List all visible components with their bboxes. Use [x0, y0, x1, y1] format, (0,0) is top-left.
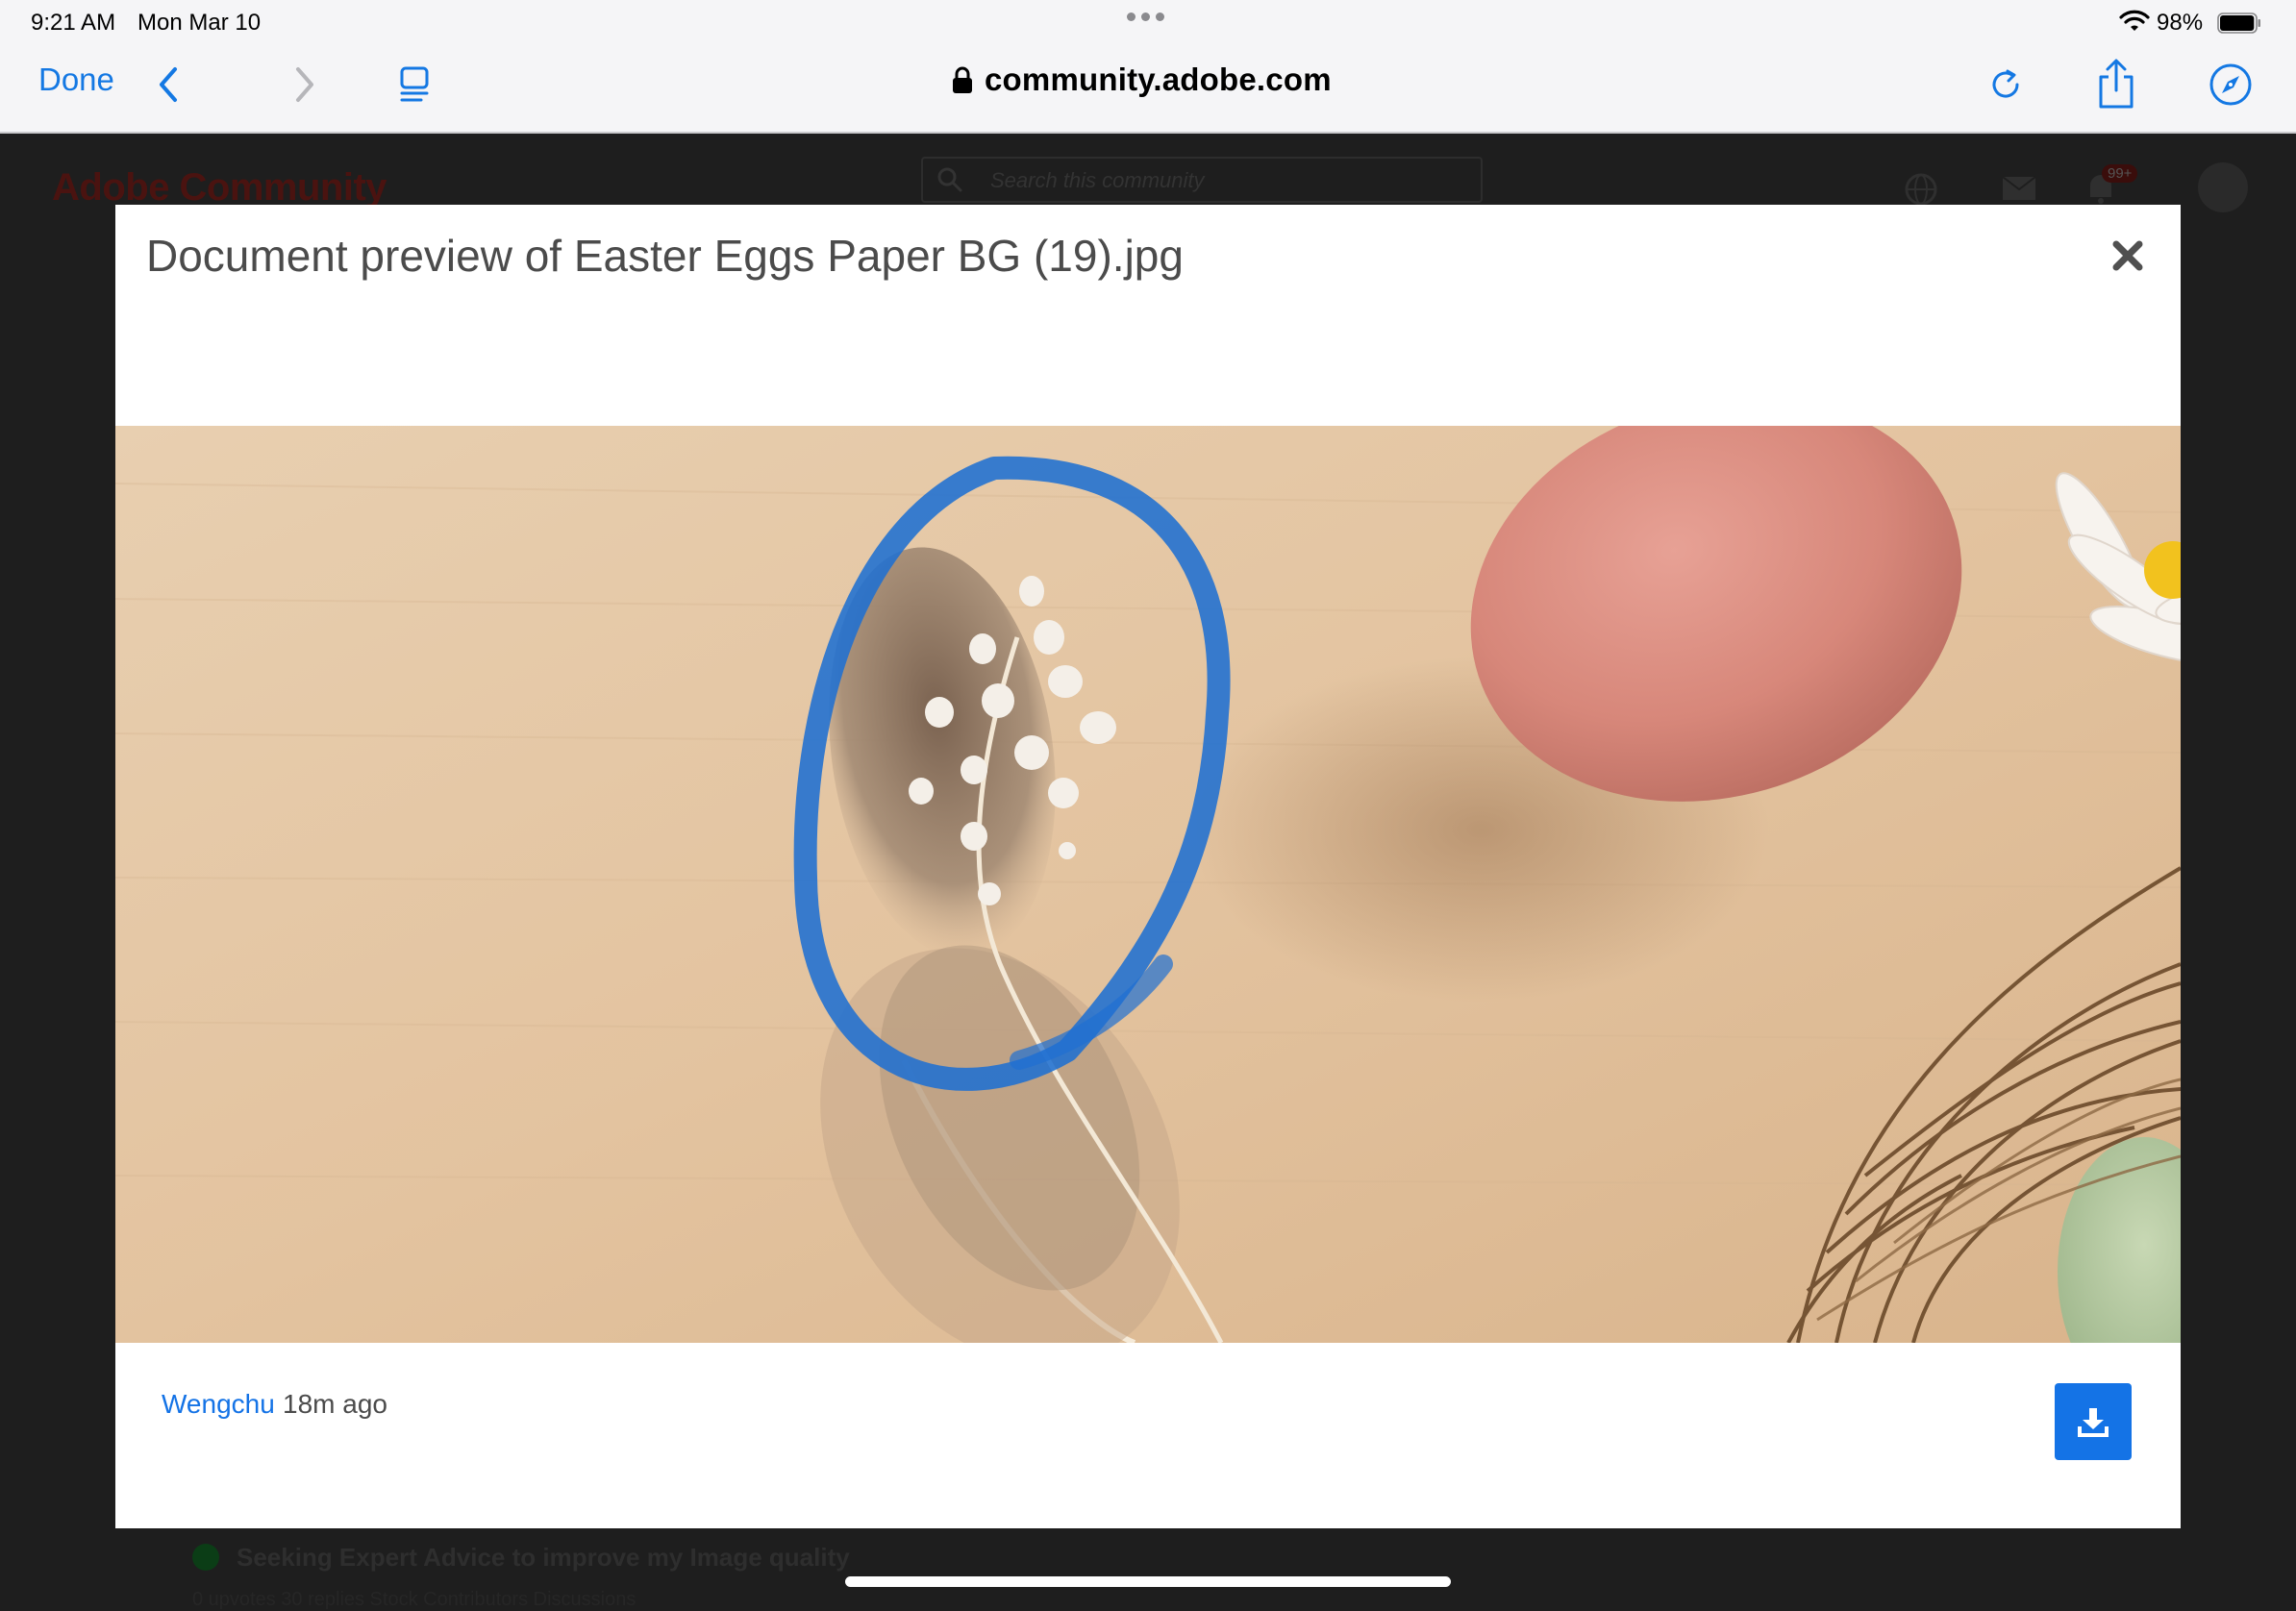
reader-icon[interactable] — [396, 63, 435, 106]
download-button[interactable] — [2055, 1383, 2132, 1460]
wifi-icon — [2119, 10, 2150, 31]
globe-icon — [1905, 173, 1937, 206]
multitasking-dots-icon[interactable] — [1127, 12, 1164, 21]
avatar — [2198, 162, 2248, 212]
battery-icon — [2217, 12, 2260, 34]
post-meta: 0 upvotes 30 replies Stock Contributors … — [192, 1589, 636, 1610]
solved-check-icon — [192, 1544, 219, 1571]
back-icon[interactable] — [154, 63, 183, 106]
author-link[interactable]: Wengchu — [162, 1389, 275, 1420]
close-icon[interactable] — [2111, 239, 2144, 272]
status-time: 9:21 AM — [31, 10, 116, 36]
address-bar[interactable]: community.adobe.com — [952, 62, 1332, 98]
mail-icon — [2002, 176, 2036, 200]
share-icon[interactable] — [2094, 58, 2138, 110]
adobe-community-logo: Adobe Community — [52, 166, 387, 209]
post-title: Seeking Expert Advice to improve my Imag… — [237, 1543, 850, 1572]
easter-photo — [115, 426, 2181, 1343]
status-bar: 9:21 AM Mon Mar 10 98% — [0, 0, 2296, 44]
battery-percent: 98% — [2157, 10, 2204, 36]
post-time: 18m ago — [283, 1389, 387, 1419]
document-preview-modal: Document preview of Easter Eggs Paper BG… — [115, 205, 2181, 1528]
preview-image — [115, 426, 2181, 1343]
notification-badge: 99+ — [2102, 164, 2138, 183]
status-date: Mon Mar 10 — [137, 10, 262, 36]
community-search-input: Search this community — [921, 157, 1483, 203]
done-button[interactable]: Done — [38, 62, 114, 98]
lock-icon — [953, 66, 972, 93]
browser-toolbar: Done community.adobe.com — [0, 44, 2296, 134]
modal-title: Document preview of Easter Eggs Paper BG… — [146, 231, 1184, 281]
reload-icon[interactable] — [1984, 63, 2027, 106]
forward-icon[interactable] — [290, 63, 319, 106]
compass-icon[interactable] — [2208, 62, 2254, 108]
download-icon — [2078, 1408, 2109, 1437]
search-placeholder: Search this community — [990, 168, 1205, 192]
search-icon — [937, 167, 962, 192]
url-text: community.adobe.com — [985, 62, 1332, 97]
home-indicator[interactable] — [845, 1576, 1451, 1587]
